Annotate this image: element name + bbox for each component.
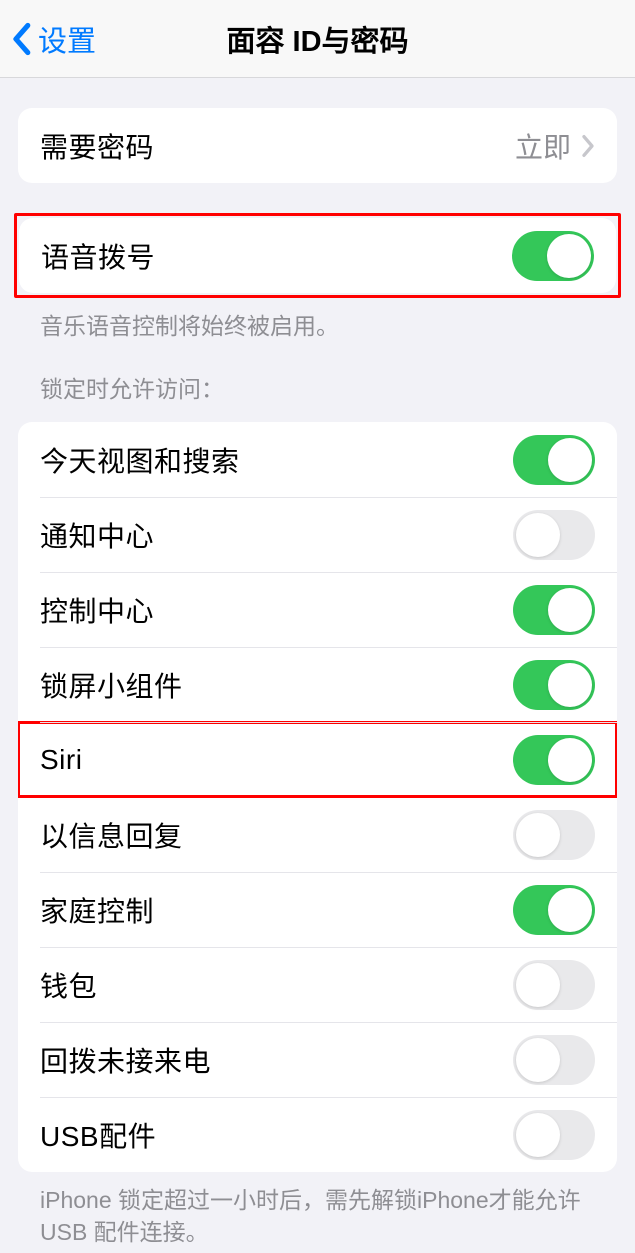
locked-access-row: Siri xyxy=(18,722,617,797)
locked-access-row: 以信息回复 xyxy=(18,797,617,872)
locked-access-label: Siri xyxy=(40,744,82,776)
voice-dial-toggle[interactable] xyxy=(512,231,594,281)
voice-dial-row: 语音拨号 xyxy=(19,218,616,293)
locked-access-toggle[interactable] xyxy=(513,810,595,860)
require-passcode-value-wrap: 立即 xyxy=(515,126,595,166)
locked-access-label: 控制中心 xyxy=(40,590,154,630)
back-button[interactable]: 设置 xyxy=(10,18,96,60)
voice-dial-label: 语音拨号 xyxy=(41,236,155,276)
require-passcode-label: 需要密码 xyxy=(40,126,154,166)
voice-dial-highlight: 语音拨号 xyxy=(14,213,621,298)
locked-access-label: 今天视图和搜索 xyxy=(40,440,240,480)
locked-access-row: 今天视图和搜索 xyxy=(18,422,617,497)
locked-access-label: 钱包 xyxy=(40,965,97,1005)
voice-dial-group: 语音拨号 xyxy=(19,218,616,293)
locked-access-toggle[interactable] xyxy=(513,1035,595,1085)
locked-access-row: 家庭控制 xyxy=(18,872,617,947)
navigation-bar: 设置 面容 ID与密码 xyxy=(0,0,635,78)
locked-access-label: 家庭控制 xyxy=(40,890,154,930)
locked-access-toggle[interactable] xyxy=(513,735,595,785)
back-label: 设置 xyxy=(38,18,96,60)
locked-access-label: 通知中心 xyxy=(40,515,154,555)
locked-access-header: 锁定时允许访问： xyxy=(40,370,595,404)
locked-access-toggle[interactable] xyxy=(513,1110,595,1160)
locked-access-label: 回拨未接来电 xyxy=(40,1040,211,1080)
locked-access-row: 通知中心 xyxy=(18,497,617,572)
locked-access-footer: iPhone 锁定超过一小时后，需先解锁iPhone才能允许USB 配件连接。 xyxy=(40,1184,595,1248)
locked-access-toggle[interactable] xyxy=(513,660,595,710)
locked-access-row: 锁屏小组件 xyxy=(18,647,617,722)
require-passcode-value: 立即 xyxy=(515,126,571,166)
locked-access-row: USB配件 xyxy=(18,1097,617,1172)
chevron-right-icon xyxy=(581,134,595,158)
content: 需要密码 立即 语音拨号 音乐语音控制将始终被启用。 锁定时允许访问： 今天视图… xyxy=(0,108,635,1249)
locked-access-toggle[interactable] xyxy=(513,510,595,560)
locked-access-row: 钱包 xyxy=(18,947,617,1022)
page-title: 面容 ID与密码 xyxy=(226,18,408,60)
voice-dial-footer: 音乐语音控制将始终被启用。 xyxy=(40,310,595,342)
locked-access-toggle[interactable] xyxy=(513,435,595,485)
locked-access-group: 今天视图和搜索通知中心控制中心锁屏小组件 Siri 以信息回复家庭控制钱包回拨未接来… xyxy=(18,422,617,1172)
locked-access-label: 以信息回复 xyxy=(40,815,183,855)
require-passcode-row[interactable]: 需要密码 立即 xyxy=(18,108,617,183)
locked-access-row: 回拨未接来电 xyxy=(18,1022,617,1097)
locked-access-toggle[interactable] xyxy=(513,960,595,1010)
locked-access-label: 锁屏小组件 xyxy=(40,665,183,705)
locked-access-toggle[interactable] xyxy=(513,885,595,935)
chevron-left-icon xyxy=(10,22,32,56)
locked-access-toggle[interactable] xyxy=(513,585,595,635)
locked-access-row: 控制中心 xyxy=(18,572,617,647)
passcode-group: 需要密码 立即 xyxy=(18,108,617,183)
locked-access-label: USB配件 xyxy=(40,1115,156,1155)
